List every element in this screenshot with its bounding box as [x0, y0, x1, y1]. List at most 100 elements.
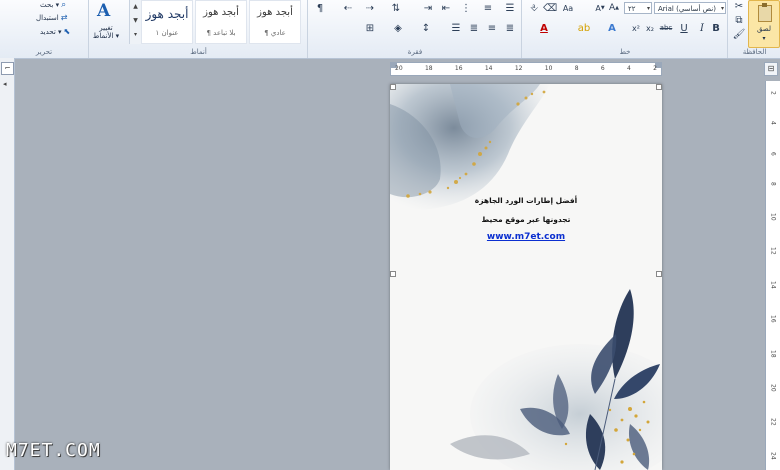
show-marks-icon[interactable]: ¶ [314, 2, 326, 14]
ruler-tick-label: 12 [769, 246, 777, 255]
ltr-direction-icon[interactable]: ⇢ [364, 2, 376, 14]
line-spacing-icon[interactable]: ↕ [420, 22, 432, 34]
replace-label: استبدال [36, 13, 59, 22]
sort-icon[interactable]: ⇅ [390, 2, 402, 14]
change-styles-label: تغيير الأنماط ▾ [92, 24, 120, 40]
style-name: ¶ عادي [264, 29, 286, 37]
ruler-tick-label: 6 [600, 65, 605, 72]
copy-icon[interactable]: ⧉ [733, 14, 745, 26]
increase-indent-icon[interactable]: ⇥ [422, 2, 434, 14]
font-size-value: ٢٢ [628, 5, 636, 13]
ruler-tick-label: 20 [769, 383, 777, 392]
ruler-tick-label: 2 [653, 65, 657, 72]
format-painter-icon[interactable]: 🖌 [733, 28, 746, 40]
chevron-down-icon: ▾ [646, 5, 650, 12]
frame-handle-middle-right[interactable] [656, 271, 662, 277]
align-right-icon[interactable]: ≣ [504, 22, 516, 34]
italic-icon[interactable]: I [696, 22, 708, 34]
style-sample: أبجد هوز [203, 7, 239, 18]
change-styles-icon: A [97, 1, 111, 21]
align-center-icon[interactable]: ≡ [486, 22, 498, 34]
ruler-tick-label: 16 [454, 65, 463, 72]
paste-button[interactable]: لصق ▾ [748, 0, 780, 48]
view-ruler-icon[interactable]: ⊟ [764, 62, 778, 76]
ruler-tick-label: 4 [769, 121, 777, 126]
strikethrough-icon[interactable]: abc [660, 22, 673, 34]
font-color-icon[interactable]: A [538, 22, 550, 34]
superscript-icon[interactable]: x² [630, 22, 642, 34]
ruler-tick-label: 12 [514, 65, 523, 72]
style-heading1-tile[interactable]: أبجد هوز عنوان ١ [141, 0, 193, 44]
ruler-tick-label: 14 [769, 281, 777, 289]
ribbon: ✂ ⧉ 🖌 لصق ▾ الحافظة Arial (نص أساسي) ▾ ٢… [0, 0, 780, 59]
borders-icon[interactable]: ⊞ [364, 22, 376, 34]
style-no-spacing-tile[interactable]: أبجد هوز ¶ بلا تباعد [195, 0, 247, 44]
ruler-tick-label: 18 [424, 65, 433, 72]
ruler-tick-label: 4 [627, 65, 631, 72]
font-group: Arial (نص أساسي) ▾ ٢٢ ▾ A ▲ A ▼ Aa ⌫ ⎀ B I… [521, 0, 728, 58]
style-name: عنوان ١ [155, 29, 179, 37]
highlight-icon[interactable]: ab [578, 22, 590, 34]
change-styles-button[interactable]: A تغيير الأنماط ▾ [89, 0, 123, 46]
ruler-numbers: 2 4 6 8 10 12 14 16 18 20 22 24 [768, 91, 778, 460]
subscript-icon[interactable]: x₂ [644, 22, 656, 34]
font-group-label: خط [619, 48, 631, 56]
numbering-icon[interactable]: ≡ [482, 2, 494, 14]
rtl-direction-icon[interactable]: ⇠ [342, 2, 354, 14]
ruler-tick-label: 20 [395, 65, 403, 72]
cut-icon[interactable]: ✂ [733, 0, 745, 12]
bold-icon[interactable]: B [710, 22, 722, 34]
shrink-font-icon[interactable]: A ▼ [594, 2, 606, 14]
shading-icon[interactable]: ◈ [392, 22, 404, 34]
change-case-icon[interactable]: Aa [562, 2, 574, 14]
decrease-indent-icon[interactable]: ⇤ [440, 2, 452, 14]
ruler-tick-label: 6 [769, 151, 777, 156]
frame-handle-middle-left[interactable] [390, 271, 396, 277]
font-name-combo[interactable]: Arial (نص أساسي) ▾ [654, 2, 726, 14]
tab-selector-icon[interactable]: ⌐ [1, 62, 14, 75]
replace-button[interactable]: استبدال ⇄ [36, 13, 78, 22]
editing-group: بحث ▾ ⌕ استبدال ⇄ تحديد ▾ ⬉ تحرير [0, 0, 88, 58]
multilevel-list-icon[interactable]: ⋮ [460, 2, 472, 14]
ruler-tick-label: 18 [769, 349, 777, 358]
clipboard-group-label: الحافظة [742, 48, 767, 56]
styles-gallery-scroll[interactable]: ▲ ▼ ▾ [129, 0, 141, 44]
document-page[interactable]: أفضل إطارات الورد الجاهزة تجدونها عبر مو… [390, 84, 662, 470]
phonetic-guide-icon[interactable]: ⎀ [528, 2, 540, 14]
editing-group-label: تحرير [35, 48, 53, 56]
styles-group-label: أنماط [190, 48, 207, 56]
subheading-line: تجدونها عبر موقع محيط [481, 215, 571, 224]
heading-line: أفضل إطارات الورد الجاهزة [474, 196, 578, 205]
paste-label: لصق [756, 25, 772, 33]
grow-font-icon[interactable]: A ▲ [608, 2, 620, 14]
frame-handle-top-right[interactable] [656, 84, 662, 90]
find-label: بحث ▾ [40, 1, 60, 9]
ruler-tick-label: 8 [769, 182, 777, 187]
chevron-down-icon: ▾ [720, 5, 724, 12]
font-size-combo[interactable]: ٢٢ ▾ [624, 2, 652, 14]
vertical-ruler[interactable]: 2 4 6 8 10 12 14 16 18 20 22 24 [765, 81, 780, 470]
clear-formatting-icon[interactable]: ⌫ [543, 2, 557, 14]
ruler-tick-label: 10 [544, 65, 553, 72]
ruler-numbers: 20 18 16 14 12 10 8 6 4 2 [395, 65, 657, 72]
paragraph-group: ☰ ≡ ⋮ ⇤ ⇥ ⇅ ¶ ⇠ ⇢ ≣ ≡ ≣ ☰ ↕ ◈ ⊞ فقرة [307, 0, 522, 58]
underline-icon[interactable]: U [678, 22, 690, 34]
ruler-tick-label: 16 [769, 315, 777, 324]
align-left-icon[interactable]: ≣ [468, 22, 480, 34]
ruler-tick-label: 10 [769, 212, 777, 221]
select-button[interactable]: تحديد ▾ ⬉ [40, 27, 78, 36]
website-link[interactable]: www.m7et.com [390, 232, 662, 242]
justify-icon[interactable]: ☰ [450, 22, 462, 34]
style-sample: أبجد هوز [257, 7, 293, 18]
clipboard-icon [758, 3, 772, 22]
ruler-tick-label: 8 [574, 65, 579, 72]
text-effects-icon[interactable]: A [606, 22, 618, 34]
style-normal-tile[interactable]: أبجد هوز ¶ عادي [249, 0, 301, 44]
clipboard-group: ✂ ⧉ 🖌 لصق ▾ الحافظة [727, 0, 780, 58]
bullets-icon[interactable]: ☰ [504, 2, 516, 14]
left-scroll-arrow-icon[interactable]: ◂ [3, 80, 7, 88]
find-button[interactable]: بحث ▾ ⌕ [40, 0, 78, 10]
frame-handle-top-left[interactable] [390, 84, 396, 90]
horizontal-ruler[interactable]: 20 18 16 14 12 10 8 6 4 2 [390, 62, 662, 76]
ruler-tick-label: 14 [484, 65, 493, 72]
